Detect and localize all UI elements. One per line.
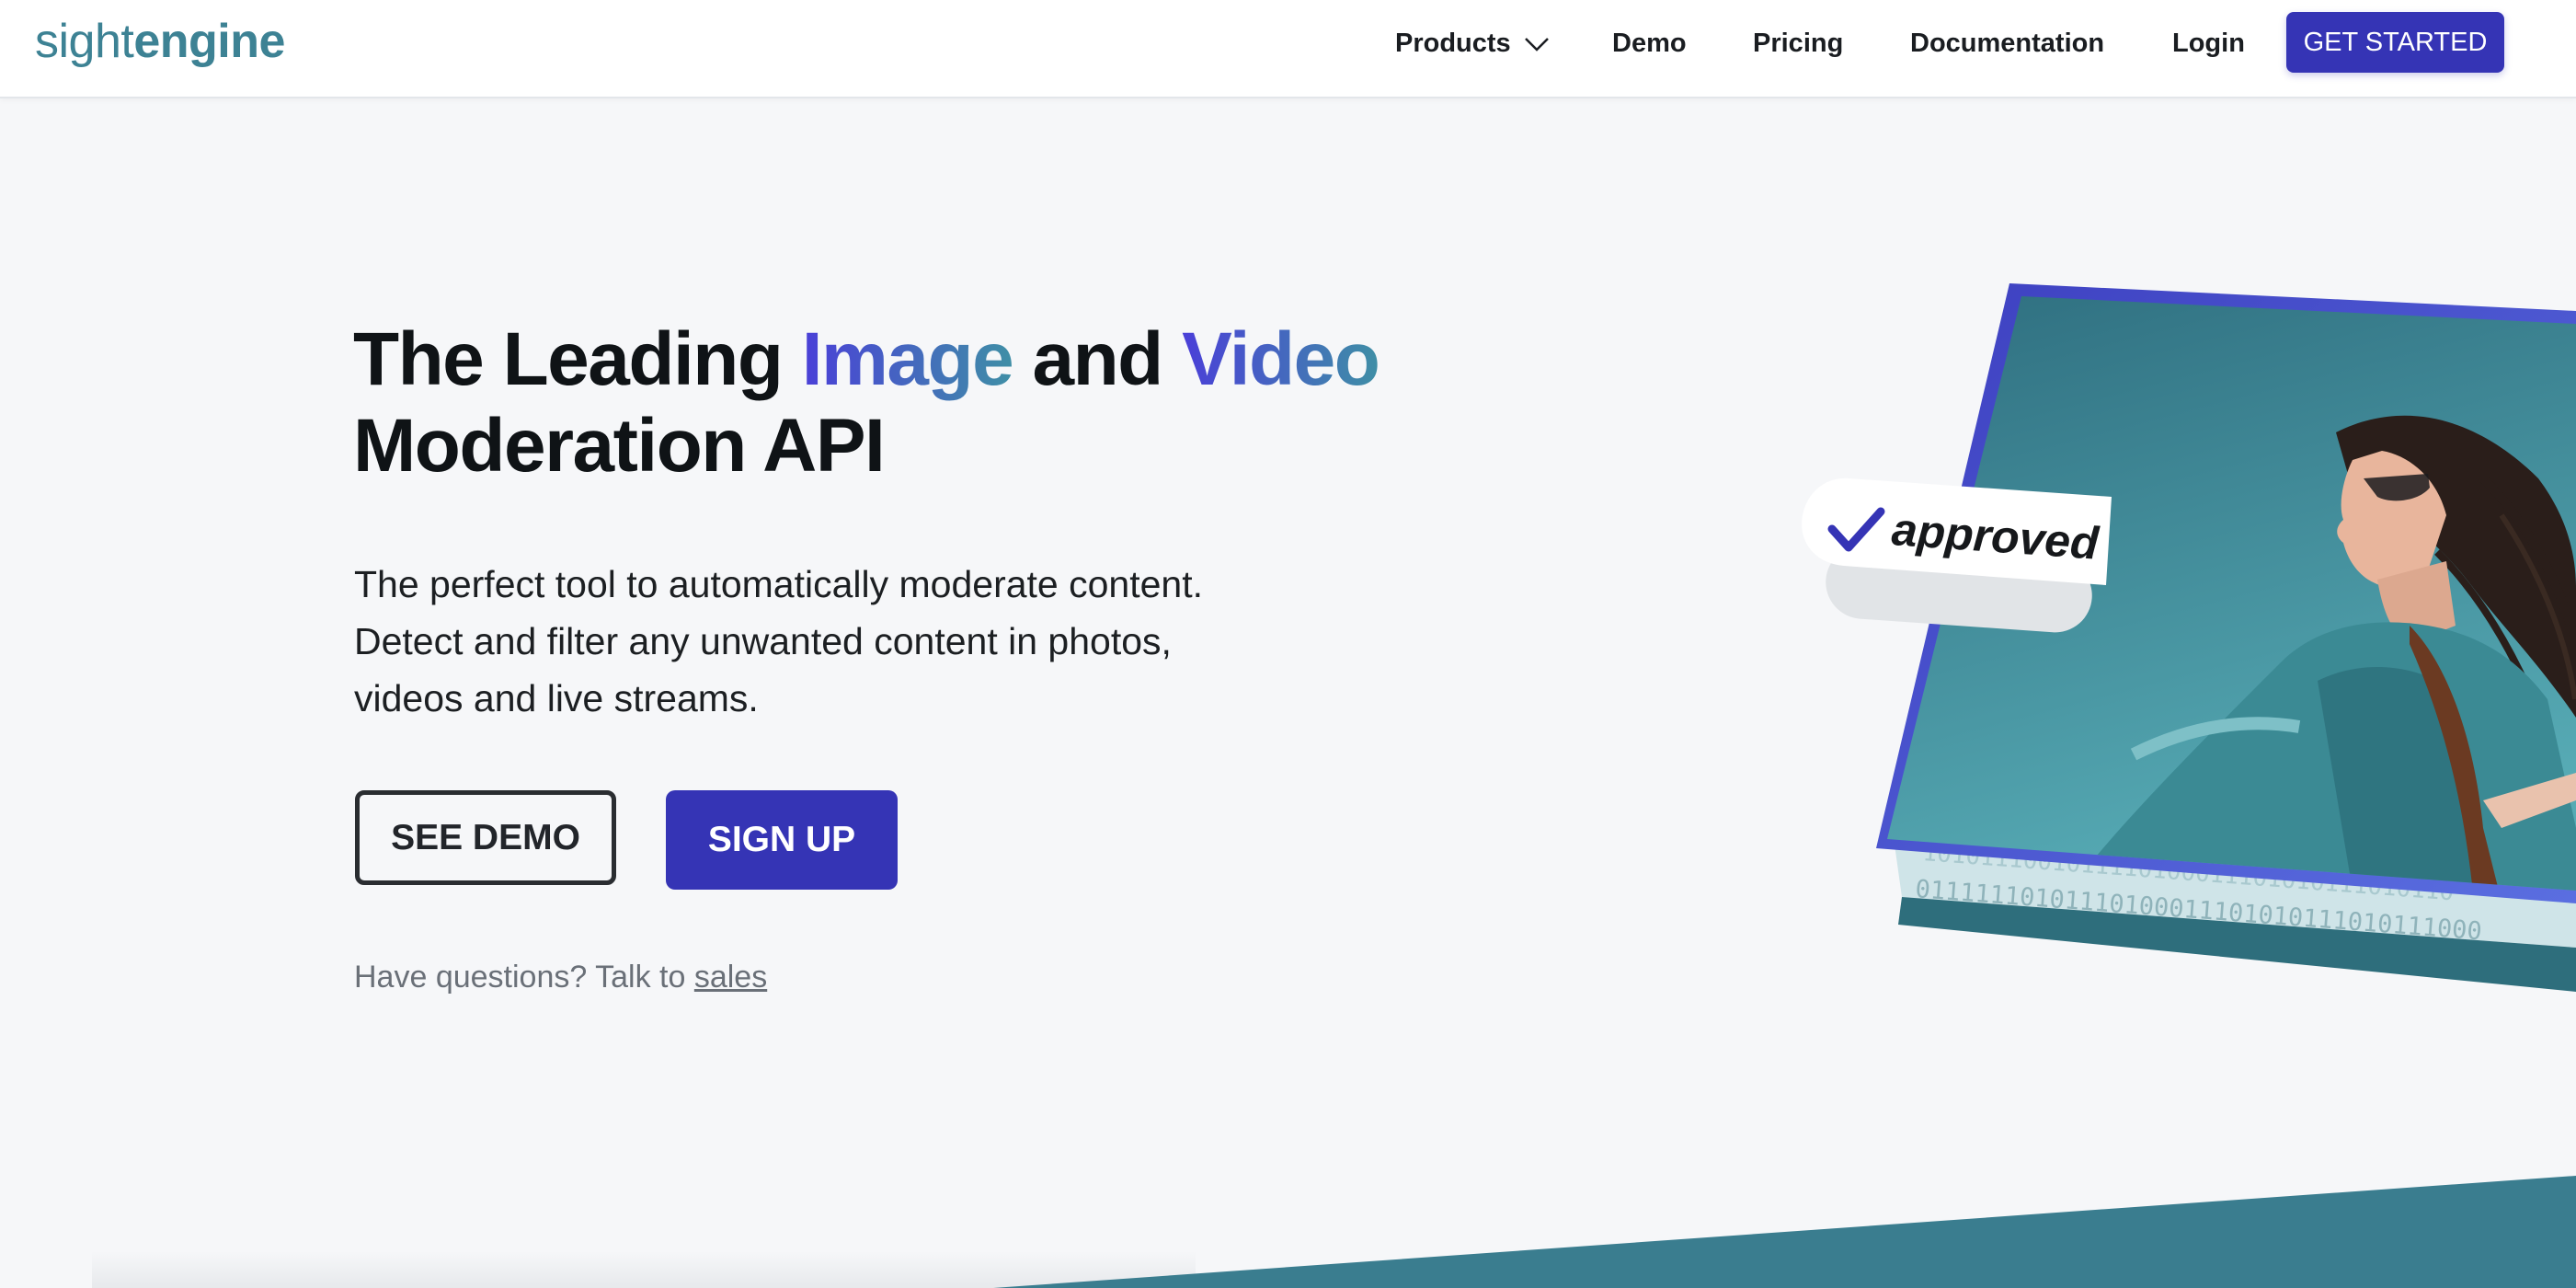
- see-demo-button[interactable]: SEE DEMO: [355, 790, 616, 885]
- nav-documentation[interactable]: Documentation: [1910, 28, 2104, 59]
- sign-up-button[interactable]: SIGN UP: [666, 790, 898, 890]
- hero-subtitle-line-2: Detect and filter any unwanted content i…: [354, 620, 1172, 662]
- hero-illustration: 1010111001011110100011101010111010110 01…: [1802, 283, 2576, 992]
- hero-subtitle: The perfect tool to automatically modera…: [354, 556, 1274, 727]
- hero-title-part1: The Leading: [353, 317, 802, 401]
- hero-title-image: Image: [801, 317, 1014, 401]
- top-navigation-bar: sightengine Products Demo Pricing Docume…: [0, 0, 2576, 98]
- hero-title: The Leading Image and Video Moderation A…: [353, 316, 1457, 489]
- nav-products[interactable]: Products: [1395, 28, 1550, 59]
- nav-login[interactable]: Login: [2172, 28, 2245, 59]
- bottom-decorative-band: [92, 1176, 2576, 1288]
- nav-pricing[interactable]: Pricing: [1753, 28, 1843, 59]
- nav-demo[interactable]: Demo: [1612, 28, 1687, 59]
- hero-subtitle-line-1: The perfect tool to automatically modera…: [354, 563, 1204, 605]
- get-started-button[interactable]: GET STARTED: [2286, 12, 2504, 73]
- hero-title-and: and: [1013, 317, 1183, 401]
- nav-products-label: Products: [1395, 29, 1511, 58]
- chevron-down-icon: [1524, 38, 1549, 52]
- hero-title-video: Video: [1182, 317, 1380, 401]
- logo-text-bold: engine: [133, 15, 285, 68]
- sales-contact-text: Have questions? Talk to sales: [354, 954, 767, 1000]
- sales-contact-prefix: Have questions? Talk to: [354, 960, 694, 995]
- logo-text-light: sight: [35, 15, 134, 68]
- hero-title-line2: Moderation API: [353, 404, 886, 488]
- sales-link[interactable]: sales: [694, 960, 767, 995]
- hero-subtitle-line-3: videos and live streams.: [354, 677, 759, 719]
- sightengine-logo[interactable]: sightengine: [35, 11, 285, 72]
